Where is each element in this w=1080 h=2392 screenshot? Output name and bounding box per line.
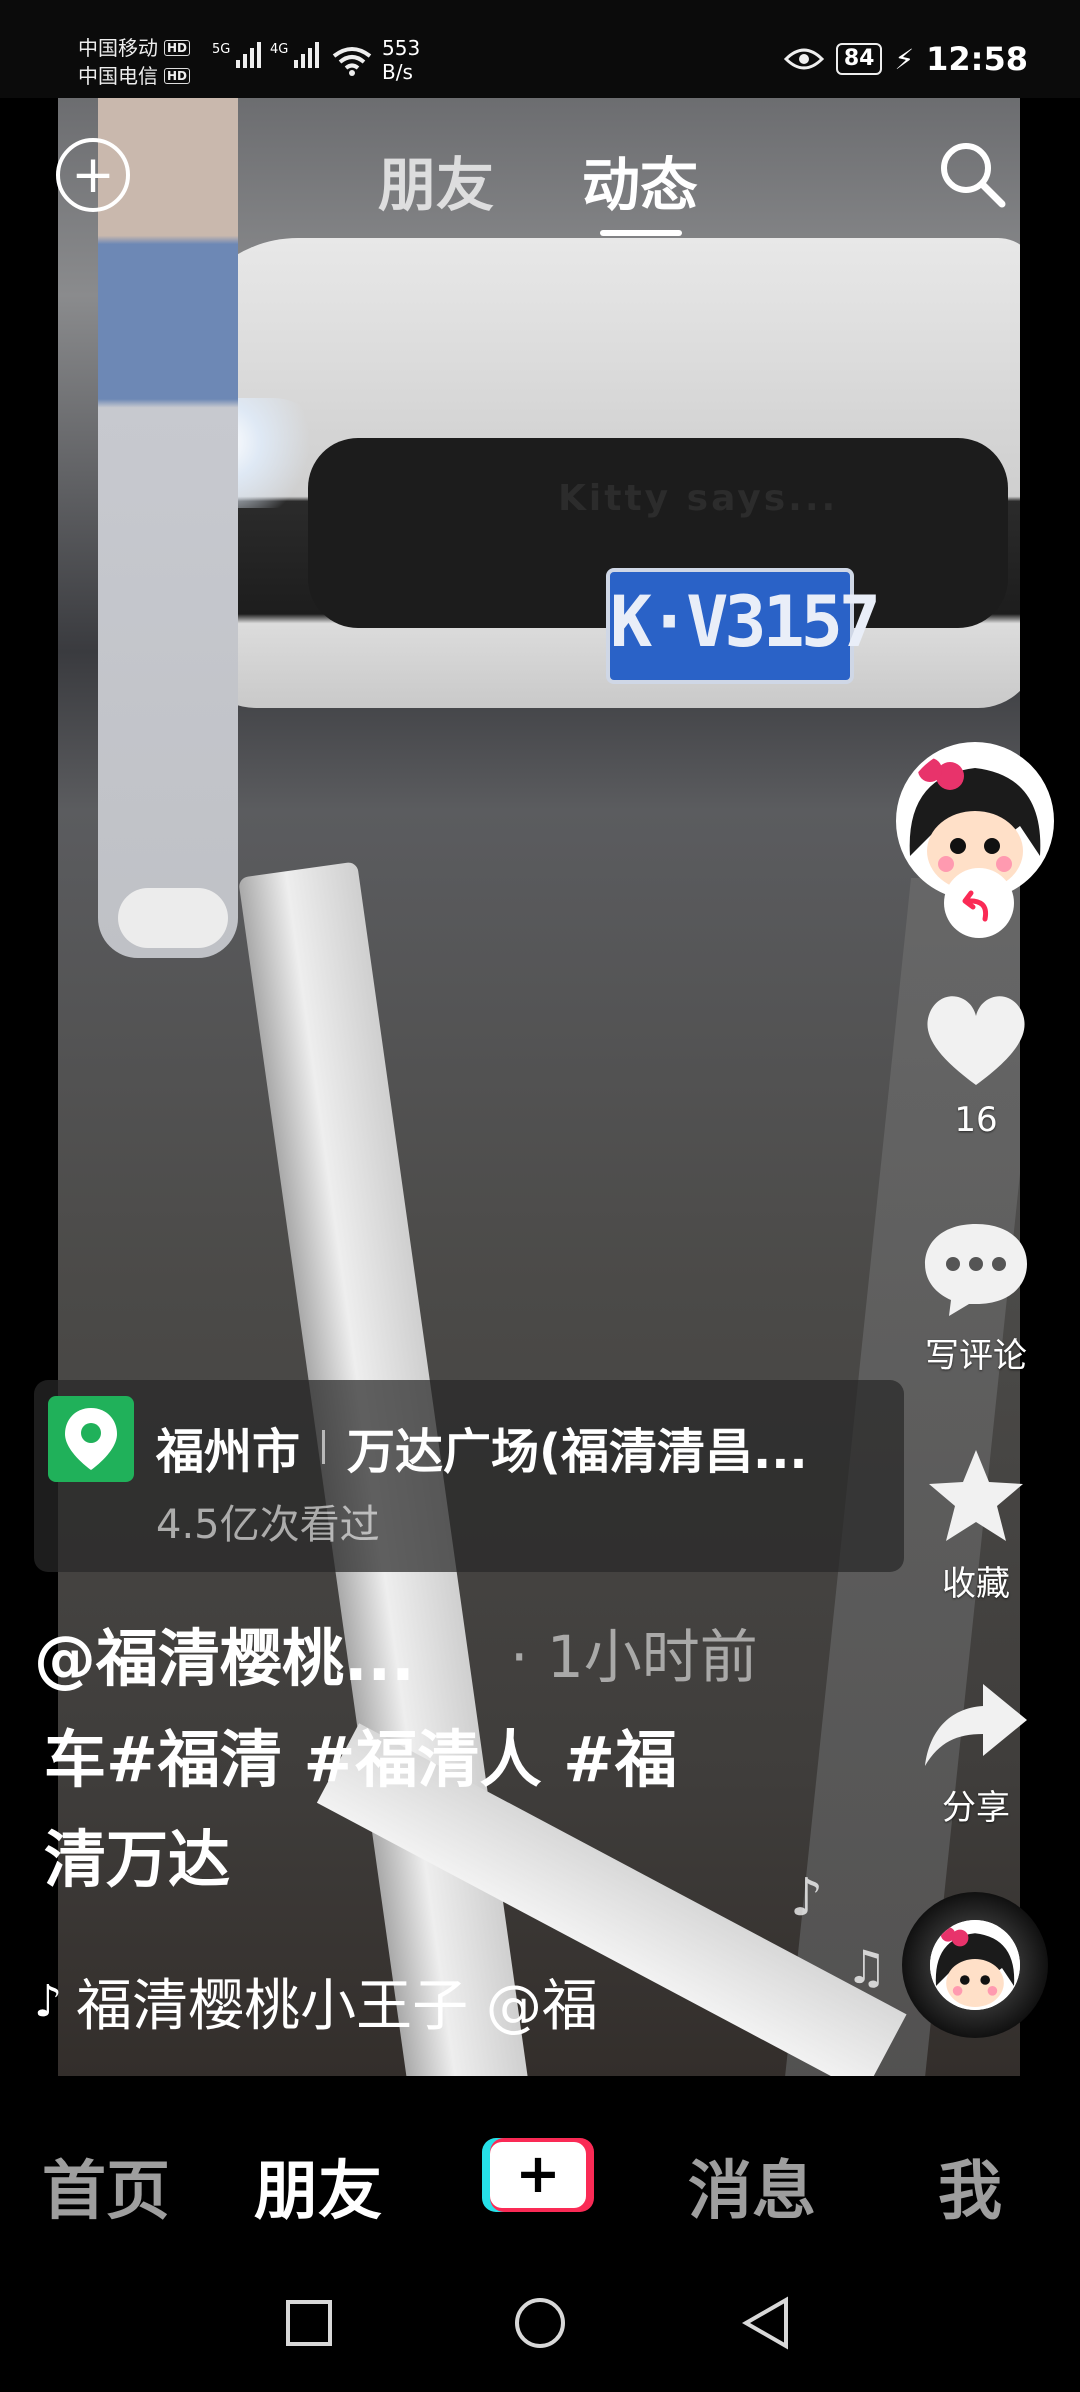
author-name[interactable]: @福清樱桃... bbox=[34, 1608, 415, 1698]
like-count: 16 bbox=[954, 1100, 998, 1140]
location-pin-icon bbox=[48, 1396, 134, 1482]
signal-icon-2: 4G bbox=[270, 42, 320, 68]
nav-me[interactable]: 我 bbox=[938, 2140, 1002, 2232]
location-card[interactable]: 福州市 万达广场(福清清昌... 4.5亿次看过 bbox=[34, 1380, 904, 1572]
carrier-2: 中国电信 bbox=[78, 64, 158, 88]
license-plate: K·V3157 bbox=[606, 568, 881, 684]
network-type-2: 4G bbox=[270, 42, 289, 57]
charging-icon: ⚡ bbox=[894, 42, 915, 76]
favorite-button[interactable]: 收藏 bbox=[896, 1446, 1056, 1605]
music-cover-image bbox=[930, 1920, 1020, 2010]
create-button[interactable]: + bbox=[482, 2138, 594, 2212]
system-navigation-bar bbox=[0, 2256, 1080, 2388]
music-title: 福清樱桃小王子 @福 bbox=[76, 1973, 598, 2037]
status-right: 84 ⚡ 12:58 bbox=[783, 40, 1028, 78]
add-friend-button[interactable]: + bbox=[56, 138, 130, 212]
recents-icon[interactable] bbox=[286, 2300, 332, 2346]
nav-messages[interactable]: 消息 bbox=[688, 2140, 816, 2232]
person-figure bbox=[98, 98, 238, 958]
speed-unit: B/s bbox=[382, 60, 413, 84]
share-label: 分享 bbox=[942, 1788, 1010, 1828]
location-separator bbox=[322, 1430, 326, 1464]
plus-icon: + bbox=[490, 2142, 586, 2208]
carrier-info: 中国移动 HD 中国电信 HD bbox=[78, 34, 191, 90]
tab-friends[interactable]: 朋友 bbox=[378, 138, 494, 222]
system-nav-icons bbox=[286, 2296, 788, 2350]
share-arrow-icon bbox=[925, 1684, 1027, 1766]
share-button[interactable]: 分享 bbox=[896, 1680, 1056, 1829]
nav-home[interactable]: 首页 bbox=[42, 2140, 170, 2232]
wifi-icon bbox=[332, 47, 372, 76]
network-speed: 553 B/s bbox=[382, 36, 420, 84]
heart-icon bbox=[927, 996, 1025, 1085]
signal-icon-1: 5G bbox=[212, 42, 262, 68]
music-info[interactable]: ♪ 福清樱桃小王子 @福 bbox=[34, 1966, 644, 2037]
music-cover bbox=[930, 1920, 1020, 2010]
speed-value: 553 bbox=[382, 36, 421, 60]
post-description: 车#福清 #福清人 #福 清万达 bbox=[44, 1710, 744, 1910]
hd-badge: HD bbox=[164, 68, 191, 84]
comment-label: 写评论 bbox=[925, 1336, 1027, 1376]
music-disc-button[interactable] bbox=[902, 1892, 1048, 2038]
network-type-1: 5G bbox=[212, 42, 231, 57]
tiktok-note-icon: ♪ bbox=[34, 1975, 63, 2027]
location-views: 4.5亿次看过 bbox=[156, 1502, 380, 1548]
search-icon[interactable] bbox=[936, 138, 1008, 210]
location-place: 万达广场(福清清昌... bbox=[347, 1424, 808, 1480]
star-icon bbox=[929, 1450, 1023, 1541]
clock: 12:58 bbox=[926, 40, 1028, 78]
music-note-icon: ♪ bbox=[790, 1868, 824, 1928]
battery-indicator: 84 bbox=[835, 43, 883, 75]
description-line-1[interactable]: 车#福清 #福清人 #福 bbox=[44, 1710, 744, 1810]
follow-back-icon bbox=[962, 890, 989, 922]
post-time: · 1小时前 bbox=[510, 1623, 758, 1691]
tab-feed[interactable]: 动态 bbox=[582, 138, 698, 222]
home-icon[interactable] bbox=[515, 2298, 565, 2348]
eye-icon bbox=[783, 48, 824, 70]
hd-badge: HD bbox=[164, 40, 191, 56]
car-text: Kitty says... bbox=[558, 478, 839, 519]
person-shoe bbox=[118, 888, 228, 948]
location-city: 福州市 bbox=[156, 1424, 301, 1480]
active-tab-indicator bbox=[600, 230, 682, 236]
description-line-2[interactable]: 清万达 bbox=[44, 1810, 744, 1910]
back-icon[interactable] bbox=[741, 2296, 788, 2350]
location-title: 福州市 万达广场(福清清昌... bbox=[156, 1412, 808, 1482]
bottom-nav: 首页 朋友 + 消息 我 bbox=[0, 2076, 1080, 2256]
nav-friends[interactable]: 朋友 bbox=[254, 2140, 382, 2232]
carrier-1: 中国移动 bbox=[78, 36, 158, 60]
like-button[interactable]: 16 bbox=[896, 990, 1056, 1140]
status-bar: 中国移动 HD 中国电信 HD 5G 4G 553 B/s 84 ⚡ 12:58 bbox=[0, 0, 1080, 98]
favorite-label: 收藏 bbox=[942, 1564, 1010, 1604]
follow-button[interactable] bbox=[944, 868, 1014, 938]
comment-button[interactable]: 写评论 bbox=[896, 1218, 1056, 1377]
comment-icon bbox=[925, 1224, 1027, 1316]
music-note-icon: ♫ bbox=[846, 1940, 888, 1994]
